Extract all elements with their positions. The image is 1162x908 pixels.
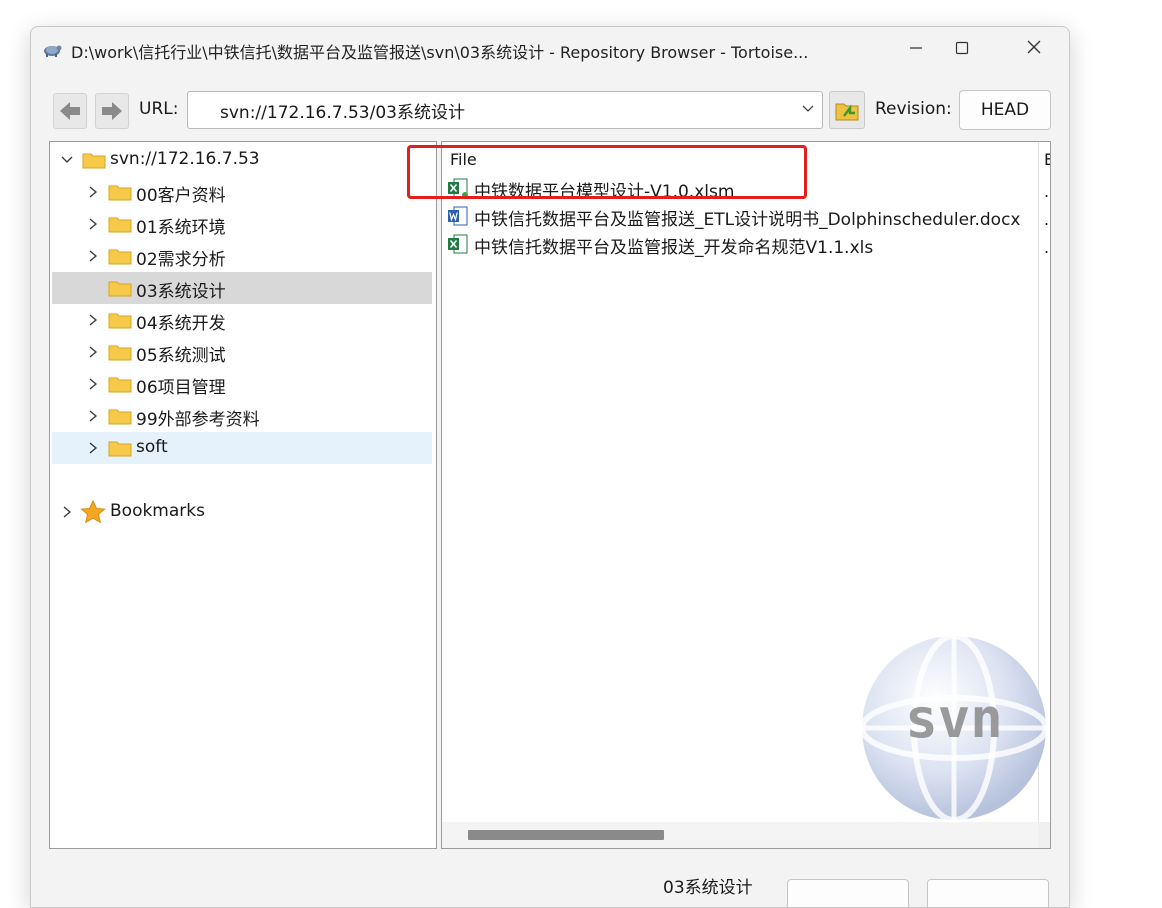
revision-label: Revision: [875, 99, 952, 119]
minimize-icon [909, 39, 923, 60]
folder-icon [108, 439, 132, 457]
file-extra-cell: . [1044, 210, 1050, 229]
horizontal-scrollbar[interactable] [442, 822, 1038, 848]
minimize-button[interactable] [893, 33, 939, 65]
bookmarks-label: Bookmarks [110, 501, 205, 521]
chevron-right-icon[interactable] [86, 376, 100, 392]
tree-item-label: 05系统测试 [136, 346, 226, 366]
arrow-right-icon [96, 102, 128, 132]
tree-item[interactable]: 05系统测试 [52, 336, 432, 368]
svn-logo-watermark: svn [857, 631, 1051, 825]
tree-item-label: soft [136, 437, 168, 457]
folder-up-icon [830, 103, 864, 132]
tree-bookmarks[interactable]: Bookmarks [52, 496, 432, 528]
scrollbar-thumb[interactable] [468, 830, 664, 840]
tree-item-hover[interactable]: soft [52, 432, 432, 464]
repository-tree[interactable]: svn://172.16.7.53 00客户资料 01系统环境 02需求分析 0… [49, 141, 437, 849]
folder-icon [108, 215, 132, 233]
svn-logo-text: svn [905, 687, 1003, 750]
star-icon [80, 499, 106, 524]
bottom-button-2[interactable] [927, 879, 1049, 907]
folder-icon [108, 279, 132, 297]
folder-icon [108, 183, 132, 201]
window-title: D:\work\信托行业\中铁信托\数据平台及监管报送\svn\03系统设计 -… [71, 43, 809, 62]
tree-root-label: svn://172.16.7.53 [110, 149, 260, 169]
file-name: 中铁信托数据平台及监管报送_开发命名规范V1.1.xls [474, 238, 874, 258]
tree-item[interactable]: 99外部参考资料 [52, 400, 432, 432]
tree-item-label: 04系统开发 [136, 314, 226, 334]
status-path-text: 03系统设计 [663, 878, 753, 898]
maximize-button[interactable] [939, 33, 985, 65]
tree-item-label: 06项目管理 [136, 378, 226, 398]
tree-item[interactable]: 04系统开发 [52, 304, 432, 336]
folder-icon [108, 343, 132, 361]
arrow-left-icon [54, 102, 86, 132]
chevron-right-icon[interactable] [86, 248, 100, 264]
tree-item-label: 00客户资料 [136, 186, 226, 206]
chevron-right-icon[interactable] [86, 216, 100, 232]
tree-item-label: 03系统设计 [136, 282, 226, 302]
back-button[interactable] [53, 93, 87, 129]
repository-browser-window: D:\work\信托行业\中铁信托\数据平台及监管报送\svn\03系统设计 -… [30, 26, 1070, 908]
toolbar: URL: Revision: HEAD [49, 90, 1051, 131]
word-icon [448, 205, 468, 227]
folder-icon [82, 151, 106, 169]
tree-item-label: 01系统环境 [136, 218, 226, 238]
folder-icon [108, 247, 132, 265]
tree-item-selected[interactable]: 03系统设计 [52, 272, 432, 304]
chevron-right-icon[interactable] [86, 312, 100, 328]
chevron-right-icon[interactable] [86, 184, 100, 200]
chevron-down-icon[interactable] [800, 100, 816, 116]
tree-root[interactable]: svn://172.16.7.53 [52, 144, 432, 176]
folder-icon [108, 375, 132, 393]
chevron-right-icon[interactable] [60, 504, 74, 520]
bottom-button-1[interactable] [787, 879, 909, 907]
url-combobox[interactable] [187, 91, 823, 129]
url-input[interactable] [218, 99, 802, 121]
revision-button[interactable]: HEAD [959, 90, 1051, 130]
file-row[interactable]: 中铁信托数据平台及监管报送_ETL设计说明书_Dolphinscheduler.… [448, 202, 1038, 230]
maximize-icon [955, 39, 969, 60]
tree-item[interactable]: 06项目管理 [52, 368, 432, 400]
folder-icon [108, 311, 132, 329]
close-button[interactable] [1011, 33, 1057, 65]
highlight-annotation [407, 145, 807, 199]
chevron-right-icon[interactable] [86, 440, 100, 456]
chevron-right-icon[interactable] [86, 408, 100, 424]
tree-item-label: 99外部参考资料 [136, 410, 260, 430]
scrollbar-corner [1038, 822, 1050, 848]
chevron-right-icon[interactable] [86, 344, 100, 360]
open-folder-button[interactable] [829, 91, 865, 129]
tortoisesvn-icon [41, 39, 63, 59]
file-row[interactable]: 中铁信托数据平台及监管报送_开发命名规范V1.1.xls [448, 230, 1038, 258]
close-icon [1026, 39, 1042, 60]
column-header-extension[interactable]: E [1044, 150, 1050, 169]
tree-item[interactable]: 02需求分析 [52, 240, 432, 272]
tree-item[interactable]: 00客户资料 [52, 176, 432, 208]
chevron-down-icon[interactable] [60, 152, 74, 168]
url-label: URL: [139, 99, 179, 119]
file-name: 中铁信托数据平台及监管报送_ETL设计说明书_Dolphinscheduler.… [474, 210, 1021, 230]
forward-button[interactable] [95, 93, 129, 129]
file-extra-cell: . [1044, 182, 1050, 201]
excel-icon [448, 233, 468, 255]
folder-icon [108, 407, 132, 425]
file-extra-cell: . [1044, 238, 1050, 257]
tree-item[interactable]: 01系统环境 [52, 208, 432, 240]
title-bar[interactable]: D:\work\信托行业\中铁信托\数据平台及监管报送\svn\03系统设计 -… [31, 27, 1069, 71]
tree-item-label: 02需求分析 [136, 250, 226, 270]
